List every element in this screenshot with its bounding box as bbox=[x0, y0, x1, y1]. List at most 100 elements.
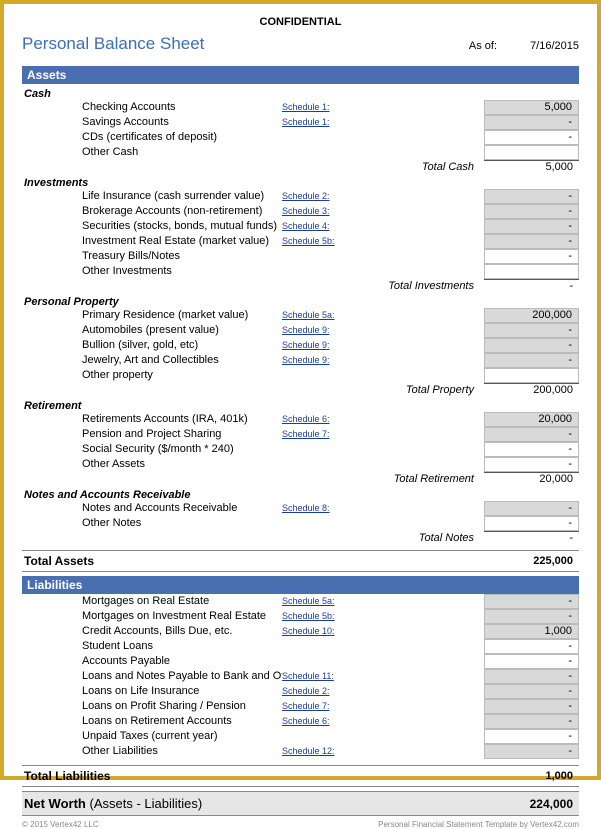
schedule-link[interactable]: Schedule 6: bbox=[282, 714, 352, 729]
investment-item-value[interactable]: - bbox=[484, 234, 579, 249]
liability-item-row: Loans on Life InsuranceSchedule 2:- bbox=[22, 684, 579, 699]
schedule-link[interactable]: Schedule 1: bbox=[282, 115, 352, 130]
networth-row: Net Worth (Assets - Liabilities) 224,000 bbox=[22, 791, 579, 816]
schedule-link[interactable]: Schedule 9: bbox=[282, 338, 352, 353]
liability-item-value[interactable]: - bbox=[484, 594, 579, 609]
notes-item-row: Other Notes - bbox=[22, 516, 579, 531]
investment-item-label: Treasury Bills/Notes bbox=[22, 249, 282, 264]
schedule-link[interactable]: Schedule 7: bbox=[282, 699, 352, 714]
cash-item-value[interactable]: - bbox=[484, 115, 579, 130]
networth-rest: (Assets - Liabilities) bbox=[86, 796, 202, 811]
property-item-value[interactable]: - bbox=[484, 353, 579, 368]
notes-item-row: Notes and Accounts ReceivableSchedule 8:… bbox=[22, 501, 579, 516]
liability-item-value[interactable]: - bbox=[484, 744, 579, 759]
property-item-value[interactable]: - bbox=[484, 338, 579, 353]
liability-item-label: Credit Accounts, Bills Due, etc. bbox=[22, 624, 282, 639]
total-liab-label: Total Liabilities bbox=[22, 769, 484, 783]
footer-left: © 2015 Vertex42 LLC bbox=[22, 820, 99, 829]
schedule-link[interactable]: Schedule 7: bbox=[282, 427, 352, 442]
schedule-link[interactable]: Schedule 5a: bbox=[282, 308, 352, 323]
schedule-link[interactable]: Schedule 10: bbox=[282, 624, 352, 639]
schedule-link[interactable]: Schedule 3: bbox=[282, 204, 352, 219]
investment-item-value[interactable]: - bbox=[484, 219, 579, 234]
liability-item-value[interactable]: - bbox=[484, 684, 579, 699]
investment-item-row: Other Investments bbox=[22, 264, 579, 279]
property-item-value[interactable]: - bbox=[484, 323, 579, 338]
total-cash-value: 5,000 bbox=[484, 160, 579, 173]
retirement-item-value[interactable]: - bbox=[484, 442, 579, 457]
schedule-link[interactable]: Schedule 2: bbox=[282, 684, 352, 699]
liability-item-value[interactable]: - bbox=[484, 699, 579, 714]
investment-item-value[interactable]: - bbox=[484, 189, 579, 204]
schedule-link[interactable]: Schedule 5a: bbox=[282, 594, 352, 609]
schedule-link[interactable]: Schedule 5b: bbox=[282, 609, 352, 624]
schedule-link[interactable]: Schedule 9: bbox=[282, 323, 352, 338]
investment-item-row: Treasury Bills/Notes - bbox=[22, 249, 579, 264]
cash-item-value[interactable]: - bbox=[484, 130, 579, 145]
retirement-item-value[interactable]: - bbox=[484, 427, 579, 442]
property-item-label: Bullion (silver, gold, etc) bbox=[22, 338, 282, 353]
liability-item-value[interactable]: - bbox=[484, 669, 579, 684]
retirement-item-row: Social Security ($/month * 240)- bbox=[22, 442, 579, 457]
liability-item-value[interactable]: 1,000 bbox=[484, 624, 579, 639]
property-item-value[interactable]: 200,000 bbox=[484, 308, 579, 323]
cash-item-label: Savings Accounts bbox=[22, 115, 282, 130]
footer: © 2015 Vertex42 LLC Personal Financial S… bbox=[22, 816, 579, 829]
property-item-label: Other property bbox=[22, 368, 282, 383]
liability-item-label: Unpaid Taxes (current year) bbox=[22, 729, 282, 744]
retirement-item-value[interactable]: 20,000 bbox=[484, 412, 579, 427]
schedule-link[interactable]: Schedule 11: bbox=[282, 669, 352, 684]
schedule-link[interactable]: Schedule 4: bbox=[282, 219, 352, 234]
cash-item-label: Checking Accounts bbox=[22, 100, 282, 115]
liability-item-value[interactable]: - bbox=[484, 609, 579, 624]
schedule-link[interactable]: Schedule 8: bbox=[282, 501, 352, 516]
total-notes-label: Total Notes bbox=[22, 532, 484, 544]
schedule-link[interactable]: Schedule 9: bbox=[282, 353, 352, 368]
section-assets: Assets bbox=[22, 66, 579, 84]
liability-item-value[interactable]: - bbox=[484, 639, 579, 654]
total-cash-label: Total Cash bbox=[22, 161, 484, 173]
cash-item-label: CDs (certificates of deposit) bbox=[22, 130, 282, 145]
retirement-item-value[interactable]: - bbox=[484, 457, 579, 472]
property-item-row: Other property bbox=[22, 368, 579, 383]
investment-item-label: Other Investments bbox=[22, 264, 282, 279]
property-item-value[interactable] bbox=[484, 368, 579, 383]
investment-item-value[interactable]: - bbox=[484, 204, 579, 219]
total-inv-value: - bbox=[484, 279, 579, 292]
schedule-link[interactable]: Schedule 2: bbox=[282, 189, 352, 204]
liability-item-value[interactable]: - bbox=[484, 729, 579, 744]
schedule-link[interactable]: Schedule 5b: bbox=[282, 234, 352, 249]
liability-item-label: Loans and Notes Payable to Bank and Othe… bbox=[22, 669, 282, 684]
property-item-row: Bullion (silver, gold, etc)Schedule 9: - bbox=[22, 338, 579, 353]
total-inv-label: Total Investments bbox=[22, 280, 484, 292]
cash-item-value[interactable] bbox=[484, 145, 579, 160]
networth-value: 224,000 bbox=[484, 797, 579, 811]
investment-item-label: Life Insurance (cash surrender value) bbox=[22, 189, 282, 204]
notes-item-value[interactable]: - bbox=[484, 501, 579, 516]
footer-right: Personal Financial Statement Template by… bbox=[378, 820, 579, 829]
notes-item-label: Other Notes bbox=[22, 516, 282, 531]
retirement-item-row: Pension and Project SharingSchedule 7:- bbox=[22, 427, 579, 442]
total-notes-row: Total Notes - bbox=[22, 531, 579, 544]
liability-item-row: Unpaid Taxes (current year) - bbox=[22, 729, 579, 744]
schedule-link[interactable]: Schedule 12: bbox=[282, 744, 352, 759]
investment-item-value[interactable]: - bbox=[484, 249, 579, 264]
cash-item-value[interactable]: 5,000 bbox=[484, 100, 579, 115]
schedule-link[interactable]: Schedule 1: bbox=[282, 100, 352, 115]
liability-item-label: Accounts Payable bbox=[22, 654, 282, 669]
total-assets-label: Total Assets bbox=[22, 554, 484, 568]
retirement-item-label: Retirements Accounts (IRA, 401k) bbox=[22, 412, 282, 427]
subsection-retirement: Retirement bbox=[22, 400, 579, 412]
liability-item-row: Mortgages on Real EstateSchedule 5a:- bbox=[22, 594, 579, 609]
total-inv-row: Total Investments - bbox=[22, 279, 579, 292]
notes-item-value[interactable]: - bbox=[484, 516, 579, 531]
liability-item-value[interactable]: - bbox=[484, 654, 579, 669]
liability-item-label: Loans on Profit Sharing / Pension bbox=[22, 699, 282, 714]
schedule-link[interactable]: Schedule 6: bbox=[282, 412, 352, 427]
investment-item-value[interactable] bbox=[484, 264, 579, 279]
networth-label: Net Worth (Assets - Liabilities) bbox=[22, 796, 484, 811]
total-cash-row: Total Cash 5,000 bbox=[22, 160, 579, 173]
investment-item-label: Securities (stocks, bonds, mutual funds) bbox=[22, 219, 282, 234]
liability-item-value[interactable]: - bbox=[484, 714, 579, 729]
total-ret-row: Total Retirement 20,000 bbox=[22, 472, 579, 485]
